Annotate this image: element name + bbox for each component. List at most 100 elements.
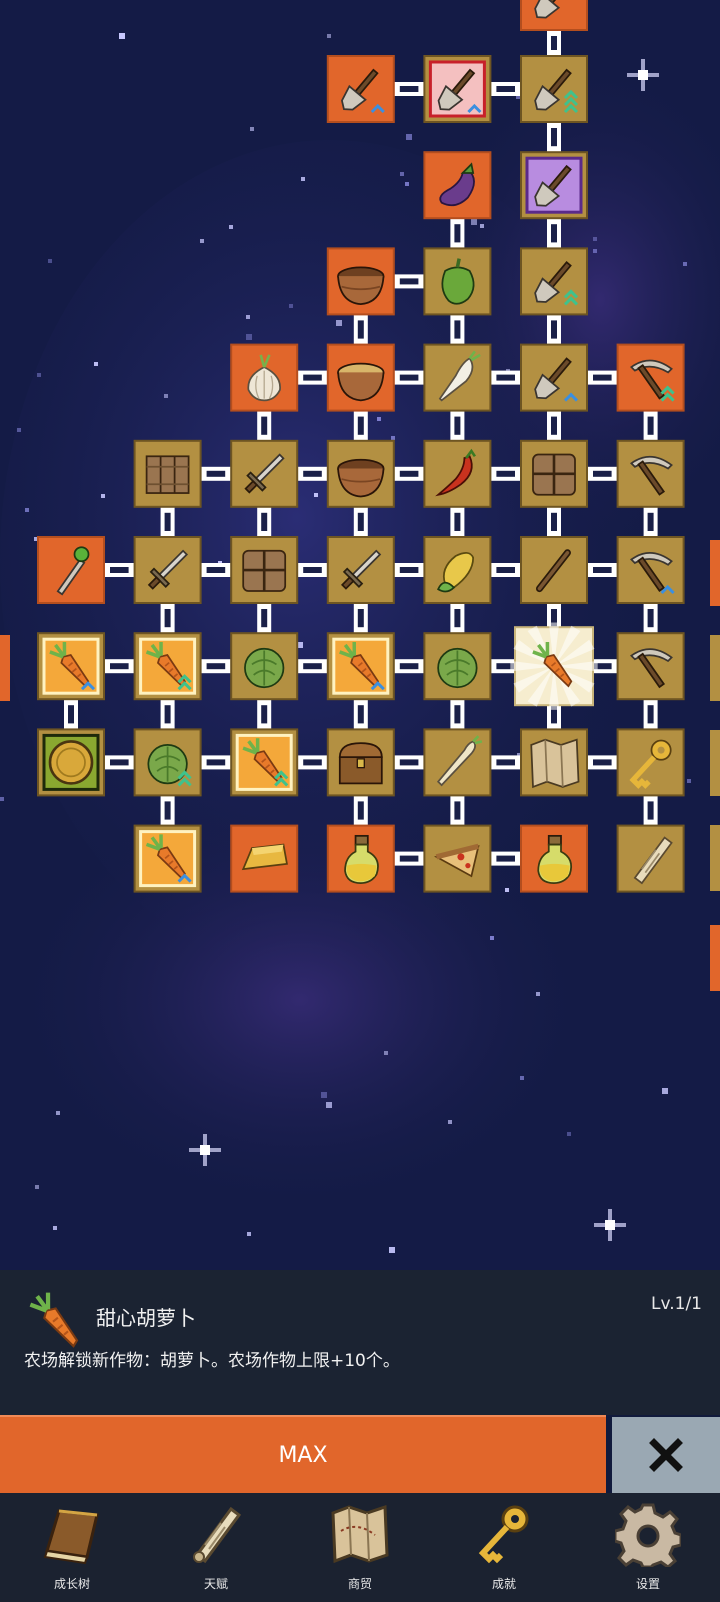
nav-talent[interactable]: 天赋: [161, 1493, 271, 1602]
tree-link: [587, 466, 618, 481]
tree-link: [200, 755, 232, 770]
skill-node-b5[interactable]: [520, 55, 588, 123]
tree-link: [353, 795, 368, 826]
tree-link: [547, 122, 561, 153]
skill-node-f2[interactable]: [230, 439, 299, 508]
skill-node-i5[interactable]: [520, 728, 588, 797]
skill-node-e3[interactable]: [326, 343, 395, 412]
skill-node-h0[interactable]: [37, 632, 105, 701]
skill-node-h5[interactable]: [510, 622, 598, 710]
skill-node-d3[interactable]: [326, 247, 395, 316]
skill-node-h2[interactable]: [230, 632, 299, 701]
offscreen-node-edge: [710, 825, 720, 891]
skill-node-h1[interactable]: [133, 632, 202, 701]
tree-link: [257, 410, 272, 441]
skill-node-f5[interactable]: [520, 439, 588, 508]
book-icon: [43, 1509, 99, 1565]
tree-link: [393, 466, 425, 481]
skill-node-d4[interactable]: [423, 247, 492, 316]
tree-link: [393, 851, 425, 866]
skill-node-e4[interactable]: [423, 343, 492, 412]
tree-link: [104, 563, 135, 577]
close-button[interactable]: [612, 1417, 720, 1493]
skill-node-i0[interactable]: [37, 728, 105, 797]
skill-node-g1[interactable]: [133, 536, 202, 604]
skill-node-h6[interactable]: [616, 632, 685, 701]
tree-link: [450, 410, 465, 441]
nav-settings[interactable]: 设置: [593, 1493, 703, 1602]
skill-node-g0[interactable]: [37, 536, 105, 604]
nav-label: 设置: [635, 1577, 660, 1591]
skill-node-f4[interactable]: [423, 439, 492, 508]
tree-link: [353, 603, 368, 634]
skill-node-j3[interactable]: [326, 824, 395, 893]
tree-link: [643, 410, 658, 441]
max-button[interactable]: MAX: [0, 1415, 606, 1493]
skill-node-i3[interactable]: [326, 728, 395, 797]
tree-link: [393, 563, 425, 577]
skill-node-j4[interactable]: [423, 824, 492, 893]
offscreen-node-edge: [0, 635, 10, 701]
tree-link: [257, 699, 272, 730]
skill-node-i6[interactable]: [616, 728, 685, 797]
skill-node-g4[interactable]: [423, 536, 492, 604]
map-icon: [331, 1504, 389, 1564]
nav-label: 商贸: [347, 1577, 372, 1591]
skill-node-a1[interactable]: [520, 0, 588, 31]
nav-label: 天赋: [203, 1577, 228, 1591]
skill-node-f3[interactable]: [326, 439, 395, 508]
skill-node-e2[interactable]: [230, 343, 299, 412]
skill-node-i2[interactable]: [230, 728, 299, 797]
tree-link: [200, 659, 232, 674]
skill-node-c4[interactable]: [423, 151, 492, 220]
skill-node-d5[interactable]: [520, 247, 588, 316]
tree-link: [547, 506, 561, 537]
tree-link: [257, 603, 272, 634]
skill-node-j5[interactable]: [520, 824, 588, 893]
tree-link: [200, 466, 232, 481]
tree-link: [450, 506, 465, 537]
tree-link: [547, 410, 561, 441]
tree-link: [643, 603, 658, 634]
skill-node-f1[interactable]: [133, 439, 202, 508]
tree-link: [490, 82, 521, 96]
skill-description: 农场解锁新作物：胡萝卜。农场作物上限+10个。: [24, 1351, 400, 1371]
skill-node-e5[interactable]: [520, 343, 588, 412]
skill-node-b3[interactable]: [326, 55, 395, 123]
skill-node-j6[interactable]: [616, 824, 685, 893]
skill-node-e6[interactable]: [616, 343, 685, 412]
scroll-icon: [193, 1506, 242, 1564]
skill-node-g5[interactable]: [520, 536, 588, 604]
tree-link: [200, 563, 232, 577]
skill-node-b4[interactable]: [423, 55, 492, 123]
tree-link: [393, 755, 425, 770]
tree-link: [393, 370, 425, 385]
skill-node-f6[interactable]: [616, 439, 685, 508]
skill-node-j1[interactable]: [133, 824, 202, 893]
skill-node-i4[interactable]: [423, 728, 492, 797]
tree-link: [64, 699, 78, 730]
tree-link: [587, 370, 618, 385]
tree-link: [160, 506, 175, 537]
nav-growth-tree[interactable]: 成长树: [17, 1493, 127, 1602]
tree-link: [643, 506, 658, 537]
offscreen-node-edge: [710, 925, 720, 991]
tree-link: [547, 218, 561, 249]
nav-label: 成长树: [53, 1577, 90, 1591]
skill-node-g6[interactable]: [616, 536, 685, 604]
nav-achievements[interactable]: 成就: [449, 1493, 559, 1602]
skill-node-c5[interactable]: [520, 151, 588, 220]
skill-node-i1[interactable]: [133, 728, 202, 797]
tree-link: [297, 370, 328, 385]
tree-link: [490, 466, 521, 481]
tree-link: [297, 659, 328, 674]
skill-node-h4[interactable]: [423, 632, 492, 701]
tree-link: [450, 603, 465, 634]
skill-node-g2[interactable]: [230, 536, 299, 604]
tree-link: [353, 410, 368, 441]
skill-title: 甜心胡萝卜: [96, 1306, 196, 1330]
nav-trade[interactable]: 商贸: [305, 1493, 415, 1602]
skill-node-j2[interactable]: [230, 824, 299, 893]
skill-node-g3[interactable]: [326, 536, 395, 604]
skill-node-h3[interactable]: [326, 632, 395, 701]
